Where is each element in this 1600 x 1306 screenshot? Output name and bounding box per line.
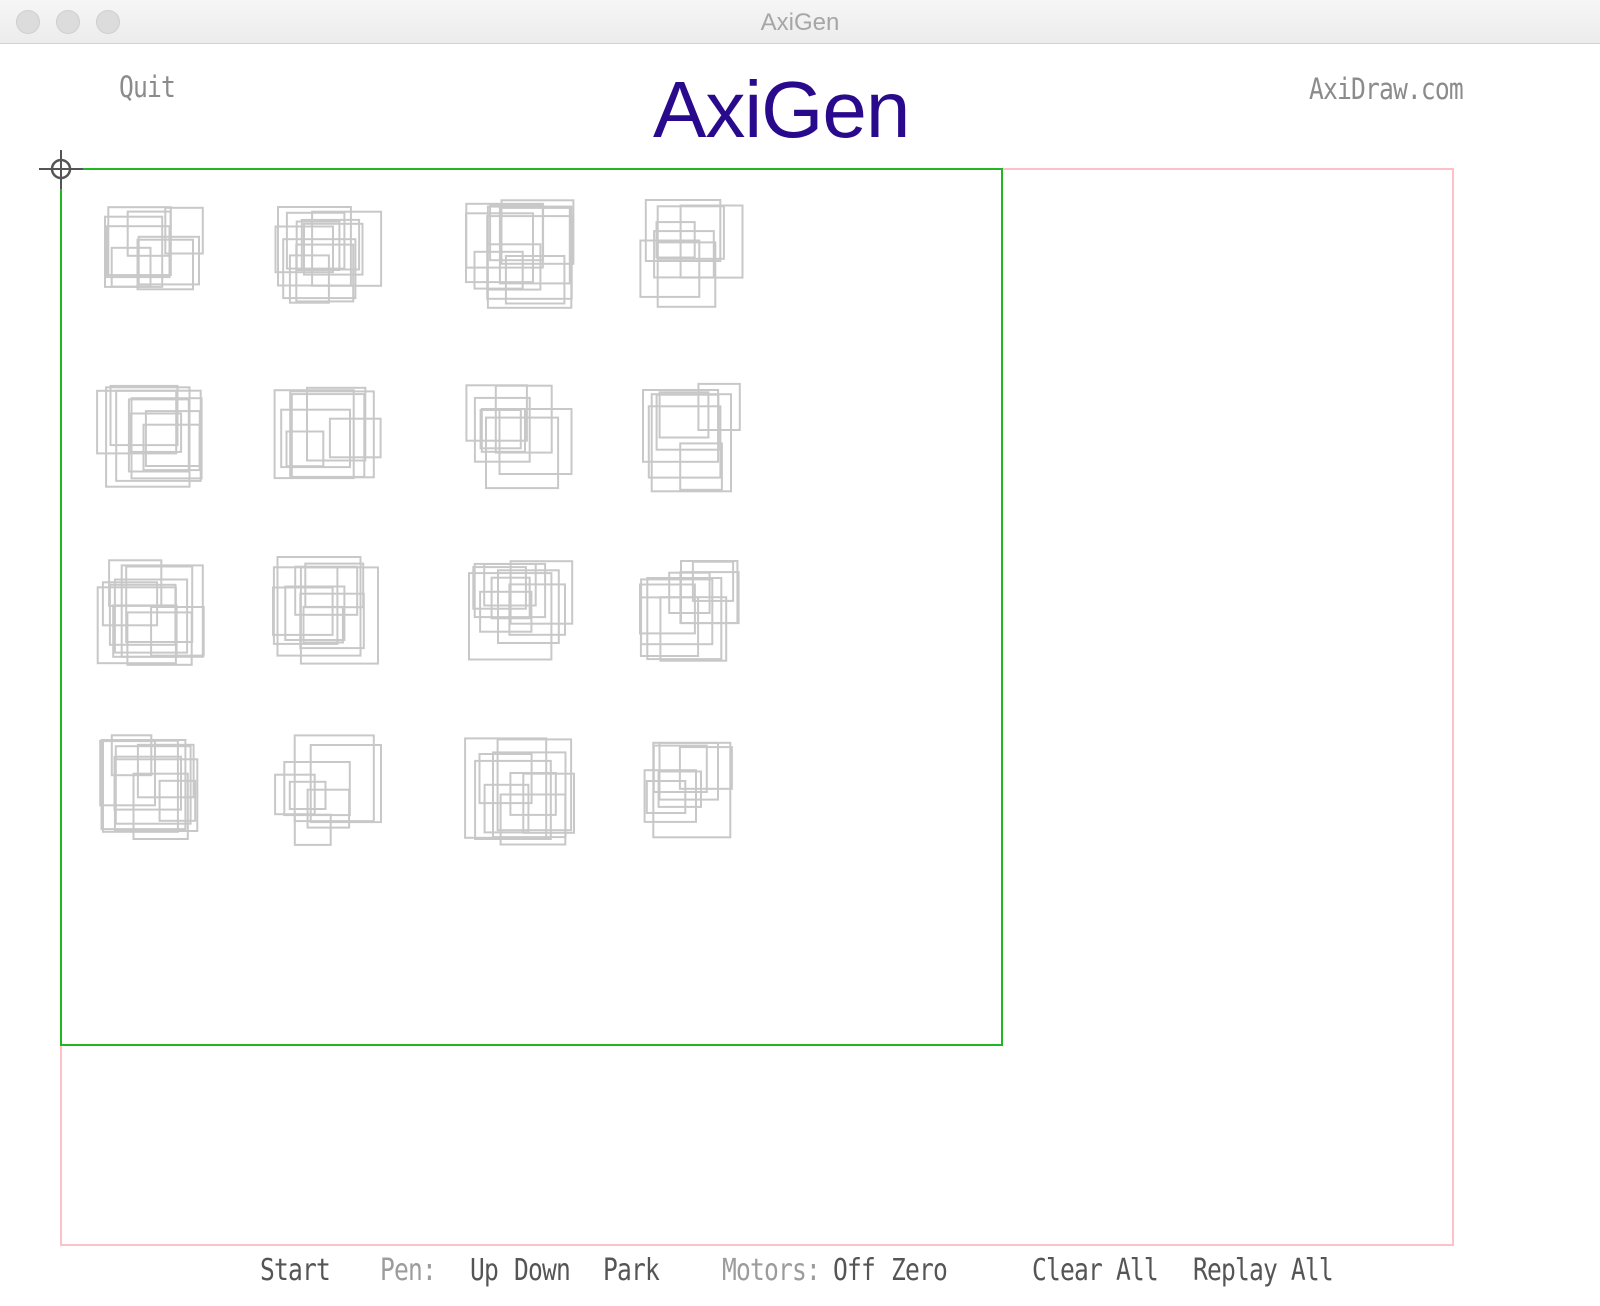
square-shape (114, 745, 192, 825)
square-shape (500, 199, 575, 265)
square-cluster (465, 384, 573, 490)
square-cluster (272, 556, 379, 665)
start-button[interactable]: Start (260, 1253, 331, 1288)
square-cluster (465, 199, 575, 309)
square-shape (659, 596, 728, 662)
replay-all-button[interactable]: Replay All (1193, 1253, 1334, 1288)
drawing-canvas-area (0, 0, 1600, 1306)
motors-zero-button[interactable]: Zero (891, 1253, 948, 1288)
generated-artwork (96, 199, 744, 846)
square-shape (125, 565, 194, 643)
square-cluster (639, 560, 740, 662)
square-shape (110, 246, 152, 288)
motors-off-button[interactable]: Off (833, 1253, 876, 1288)
app-window: AxiGen Quit AxiGen AxiDraw.com Start Pen… (0, 0, 1600, 1306)
square-cluster (99, 734, 199, 841)
square-cluster (639, 199, 744, 308)
square-cluster (468, 560, 574, 661)
square-cluster (274, 734, 383, 846)
pen-park-button[interactable]: Park (603, 1253, 660, 1288)
square-cluster (104, 206, 204, 291)
square-shape (480, 408, 526, 453)
square-cluster (464, 737, 575, 846)
pen-up-button[interactable]: Up (470, 1253, 499, 1288)
square-shape (293, 813, 332, 846)
pen-down-button[interactable]: Down (514, 1253, 571, 1288)
square-cluster (96, 559, 205, 666)
square-shape (483, 783, 530, 834)
paper-boundary (60, 168, 1454, 1246)
square-shape (309, 744, 383, 824)
square-shape (129, 412, 183, 453)
square-shape (304, 562, 365, 609)
square-shape (144, 410, 201, 468)
square-shape (639, 239, 701, 298)
square-shape (113, 755, 182, 811)
square-shape (498, 206, 571, 285)
square-shape (101, 581, 159, 627)
square-shape (640, 578, 714, 646)
drawing-canvas[interactable] (0, 0, 1600, 1306)
square-shape (494, 384, 553, 454)
clear-all-button[interactable]: Clear All (1032, 1253, 1159, 1288)
square-cluster (96, 384, 203, 488)
square-shape (653, 230, 715, 279)
origin-crosshair-icon[interactable] (39, 150, 83, 189)
square-shape (142, 423, 201, 472)
square-shape (108, 583, 177, 646)
square-shape (306, 386, 367, 462)
square-cluster (642, 382, 741, 493)
square-shape (479, 590, 533, 633)
square-shape (126, 210, 172, 257)
motors-label: Motors: (722, 1253, 821, 1288)
square-cluster (274, 206, 383, 304)
square-cluster (273, 386, 382, 480)
square-cluster (643, 741, 733, 839)
pen-label: Pen: (380, 1253, 437, 1288)
square-shape (289, 390, 375, 479)
